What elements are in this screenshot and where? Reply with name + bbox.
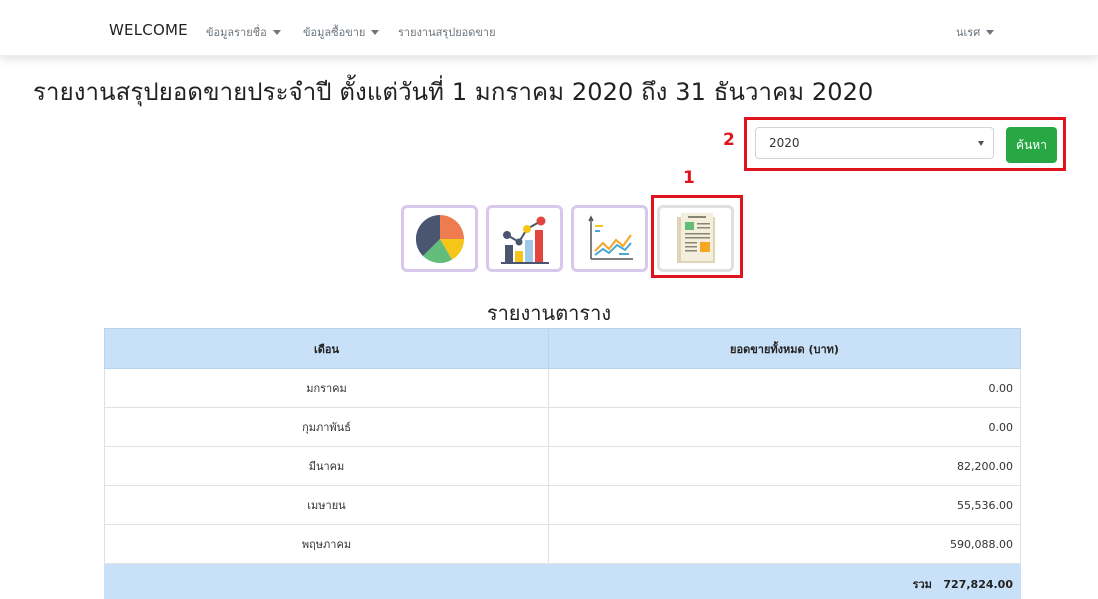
amount-cell: 55,536.00 bbox=[548, 485, 1021, 525]
total-label: รวม bbox=[912, 577, 932, 591]
month-cell: มีนาคม bbox=[104, 446, 549, 486]
table-header-row: เดือน ยอดขายทั้งหมด (บาท) bbox=[104, 328, 1021, 369]
table-row: มีนาคม 82,200.00 bbox=[104, 446, 1021, 486]
total-amount: 727,824.00 bbox=[943, 577, 1013, 591]
sales-report-table: เดือน ยอดขายทั้งหมด (บาท) มกราคม 0.00 กุ… bbox=[104, 328, 1021, 599]
line-chart-view-button[interactable] bbox=[571, 205, 648, 272]
table-report-icon bbox=[676, 212, 715, 263]
annotation-marker-1: 1 bbox=[683, 168, 695, 188]
table-row: พฤษภาคม 590,088.00 bbox=[104, 524, 1021, 564]
chevron-down-icon bbox=[986, 30, 995, 35]
annotation-marker-2: 2 bbox=[723, 130, 735, 150]
month-cell: เมษายน bbox=[104, 485, 549, 525]
nav-item-names-label: ข้อมูลรายชื่อ bbox=[206, 26, 267, 39]
month-cell: มกราคม bbox=[104, 368, 549, 408]
select-caret-icon bbox=[978, 141, 984, 146]
table-title: รายงานตาราง bbox=[486, 301, 612, 325]
nav-item-sales-report[interactable]: รายงานสรุปยอดขาย bbox=[398, 23, 496, 41]
annotation-box-search: 2020 ค้นหา bbox=[744, 117, 1066, 171]
nav-item-trading[interactable]: ข้อมูลซื้อขาย bbox=[303, 23, 380, 41]
amount-cell: 82,200.00 bbox=[548, 446, 1021, 486]
table-row: มกราคม 0.00 bbox=[104, 368, 1021, 408]
amount-cell: 590,088.00 bbox=[548, 524, 1021, 564]
month-cell: พฤษภาคม bbox=[104, 524, 549, 564]
chevron-down-icon bbox=[371, 30, 380, 35]
page-title: รายงานสรุปยอดขายประจำปี ตั้งแต่วันที่ 1 … bbox=[33, 78, 874, 106]
chevron-down-icon bbox=[272, 30, 281, 35]
table-row: เมษายน 55,536.00 bbox=[104, 485, 1021, 525]
table-row: กุมภาพันธ์ 0.00 bbox=[104, 407, 1021, 447]
bar-chart-icon bbox=[500, 216, 549, 264]
table-view-button[interactable] bbox=[657, 205, 734, 272]
nav-item-names[interactable]: ข้อมูลรายชื่อ bbox=[206, 23, 281, 41]
top-navbar: WELCOME ข้อมูลรายชื่อ ข้อมูลซื้อขาย รายง… bbox=[0, 0, 1098, 56]
user-name: นเรศ bbox=[956, 26, 981, 39]
brand-link[interactable]: WELCOME bbox=[109, 21, 188, 39]
column-header-total-sales: ยอดขายทั้งหมด (บาท) bbox=[548, 328, 1021, 369]
pie-chart-icon bbox=[415, 214, 464, 263]
table-total-row: รวม 727,824.00 bbox=[104, 563, 1021, 599]
year-select[interactable]: 2020 bbox=[755, 127, 994, 159]
line-chart-icon bbox=[587, 214, 633, 260]
search-button[interactable]: ค้นหา bbox=[1006, 127, 1057, 163]
amount-cell: 0.00 bbox=[548, 407, 1021, 447]
pie-chart-view-button[interactable] bbox=[401, 205, 478, 272]
year-select-value: 2020 bbox=[769, 136, 800, 150]
amount-cell: 0.00 bbox=[548, 368, 1021, 408]
column-header-month: เดือน bbox=[104, 328, 549, 369]
bar-chart-view-button[interactable] bbox=[486, 205, 563, 272]
user-menu[interactable]: นเรศ bbox=[956, 23, 995, 41]
total-spacer-cell bbox=[104, 563, 549, 599]
month-cell: กุมภาพันธ์ bbox=[104, 407, 549, 447]
nav-item-trading-label: ข้อมูลซื้อขาย bbox=[303, 26, 366, 39]
total-cell: รวม 727,824.00 bbox=[548, 563, 1021, 599]
